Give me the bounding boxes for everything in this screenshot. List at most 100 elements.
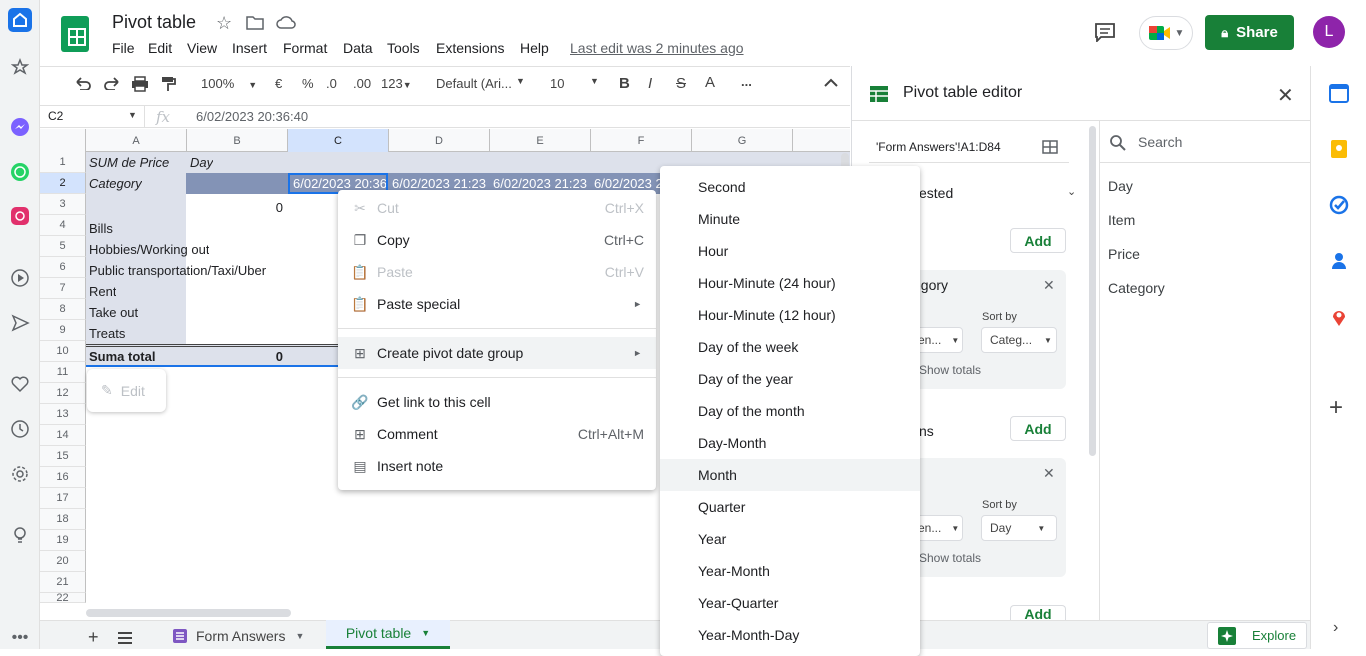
- submenu-item-year-month[interactable]: Year-Month: [660, 555, 920, 587]
- sort-by-select[interactable]: Day ▼: [981, 515, 1057, 541]
- name-box[interactable]: C2: [48, 109, 63, 123]
- keep-icon[interactable]: [1329, 139, 1349, 162]
- menu-extensions[interactable]: Extensions: [436, 40, 504, 56]
- menu-file[interactable]: File: [112, 40, 135, 56]
- comments-icon[interactable]: [1094, 22, 1116, 45]
- increase-decimal-button[interactable]: .00: [353, 76, 371, 91]
- strikethrough-button[interactable]: S: [676, 75, 686, 92]
- cell-a5[interactable]: Hobbies/Working out: [86, 239, 209, 260]
- remove-field-icon[interactable]: ✕: [1043, 465, 1055, 482]
- submenu-item-year-quarter[interactable]: Year-Quarter: [660, 587, 920, 619]
- select-all-corner[interactable]: [40, 129, 86, 152]
- row-header-13[interactable]: 13: [40, 404, 86, 425]
- rows-add-button[interactable]: Add: [1010, 228, 1066, 253]
- submenu-item-quarter[interactable]: Quarter: [660, 491, 920, 523]
- row-header-21[interactable]: 21: [40, 572, 86, 593]
- submenu-item-day-of-the-month[interactable]: Day of the month: [660, 395, 920, 427]
- italic-button[interactable]: I: [648, 75, 652, 92]
- data-range[interactable]: 'Form Answers'!A1:D84: [876, 140, 1001, 154]
- clock-icon[interactable]: [8, 417, 32, 441]
- home-icon[interactable]: [8, 8, 32, 32]
- meet-button[interactable]: ▼: [1139, 16, 1193, 50]
- font-size-select[interactable]: 10 ▼: [550, 76, 600, 91]
- star-icon[interactable]: ☆: [216, 13, 232, 34]
- close-icon[interactable]: ✕: [1277, 83, 1294, 108]
- bold-button[interactable]: B: [619, 75, 630, 92]
- move-folder-icon[interactable]: [246, 14, 264, 33]
- columns-add-button[interactable]: Add: [1010, 416, 1066, 441]
- remove-field-icon[interactable]: ✕: [1043, 277, 1055, 294]
- context-item-create-pivot-date-group[interactable]: ⊞ Create pivot date group ►: [338, 337, 656, 369]
- row-header-2[interactable]: 2: [40, 173, 86, 194]
- submenu-item-year-month-day[interactable]: Year-Month-Day: [660, 619, 920, 651]
- send-icon[interactable]: [8, 311, 32, 335]
- row-header-3[interactable]: 3: [40, 194, 86, 215]
- collapse-toolbar-icon[interactable]: [824, 76, 838, 91]
- cell-a8[interactable]: Take out: [86, 302, 138, 323]
- calendar-icon[interactable]: [1329, 83, 1349, 106]
- menu-format[interactable]: Format: [283, 40, 327, 56]
- lightbulb-icon[interactable]: [8, 523, 32, 547]
- row-header-22[interactable]: 22: [40, 593, 86, 603]
- undo-icon[interactable]: [74, 76, 92, 93]
- zoom-select[interactable]: 100% ▼: [201, 76, 257, 91]
- menu-edit[interactable]: Edit: [148, 40, 172, 56]
- expand-panel-icon[interactable]: ›: [1333, 619, 1338, 637]
- menu-data[interactable]: Data: [343, 40, 373, 56]
- more-toolbar-icon[interactable]: ...: [741, 74, 752, 89]
- column-header-b[interactable]: B: [187, 129, 288, 152]
- submenu-item-minute[interactable]: Minute: [660, 203, 920, 235]
- context-item-get-link-to-this-cell[interactable]: 🔗 Get link to this cell: [338, 386, 656, 418]
- text-color-button[interactable]: A: [705, 74, 715, 91]
- tab-pivot-table[interactable]: Pivot table ▼: [326, 620, 450, 649]
- instagram-icon[interactable]: [8, 204, 32, 228]
- row-header-12[interactable]: 12: [40, 383, 86, 404]
- percent-button[interactable]: %: [302, 76, 314, 91]
- row-header-15[interactable]: 15: [40, 446, 86, 467]
- select-range-icon[interactable]: [1042, 140, 1058, 157]
- tasks-icon[interactable]: [1329, 195, 1349, 218]
- share-button[interactable]: 🔒︎ Share: [1205, 15, 1294, 50]
- menu-help[interactable]: Help: [520, 40, 549, 56]
- currency-button[interactable]: €: [275, 76, 282, 91]
- whatsapp-icon[interactable]: [8, 160, 32, 184]
- redo-icon[interactable]: [103, 76, 121, 93]
- add-on-plus-icon[interactable]: +: [1329, 394, 1343, 422]
- submenu-item-hour[interactable]: Hour: [660, 235, 920, 267]
- panel-scrollbar[interactable]: [1089, 126, 1096, 456]
- context-item-paste-special[interactable]: 📋 Paste special ►: [338, 288, 656, 320]
- submenu-item-month[interactable]: Month: [660, 459, 920, 491]
- submenu-item-day-of-the-year[interactable]: Day of the year: [660, 363, 920, 395]
- row-header-17[interactable]: 17: [40, 488, 86, 509]
- row-header-7[interactable]: 7: [40, 278, 86, 299]
- play-icon[interactable]: [8, 266, 32, 290]
- star-icon[interactable]: [8, 55, 32, 79]
- heart-icon[interactable]: [8, 372, 32, 396]
- row-header-4[interactable]: 4: [40, 215, 86, 236]
- cloud-status-icon[interactable]: [276, 15, 296, 32]
- row-header-1[interactable]: 1: [40, 152, 86, 173]
- explore-button[interactable]: Explore: [1207, 622, 1307, 649]
- context-item-insert-note[interactable]: ▤ Insert note: [338, 450, 656, 482]
- add-sheet-icon[interactable]: +: [88, 627, 99, 648]
- cell-b3[interactable]: 0: [186, 197, 286, 218]
- chevron-down-icon[interactable]: ⌄: [1067, 185, 1076, 198]
- cell-a7[interactable]: Rent: [86, 281, 116, 302]
- values-add-button[interactable]: Add: [1010, 605, 1066, 620]
- cell-a6[interactable]: Public transportation/Taxi/Uber: [86, 260, 266, 281]
- column-header-e[interactable]: E: [490, 129, 591, 152]
- cell-a1[interactable]: SUM de Price: [86, 152, 169, 173]
- show-totals-label[interactable]: Show totals: [919, 363, 981, 377]
- cell-a2[interactable]: Category: [86, 173, 142, 194]
- submenu-item-hour-minute-12-hour-[interactable]: Hour-Minute (12 hour): [660, 299, 920, 331]
- row-header-18[interactable]: 18: [40, 509, 86, 530]
- edit-pivot-button[interactable]: ✎ Edit: [87, 369, 166, 412]
- menu-tools[interactable]: Tools: [387, 40, 420, 56]
- tab-form-answers[interactable]: Form Answers ▼: [158, 622, 324, 649]
- cell-b10[interactable]: 0: [186, 346, 286, 367]
- print-icon[interactable]: [131, 76, 149, 95]
- row-header-16[interactable]: 16: [40, 467, 86, 488]
- show-totals-label[interactable]: Show totals: [919, 551, 981, 565]
- submenu-item-hour-minute-24-hour-[interactable]: Hour-Minute (24 hour): [660, 267, 920, 299]
- horizontal-scrollbar[interactable]: [86, 609, 291, 617]
